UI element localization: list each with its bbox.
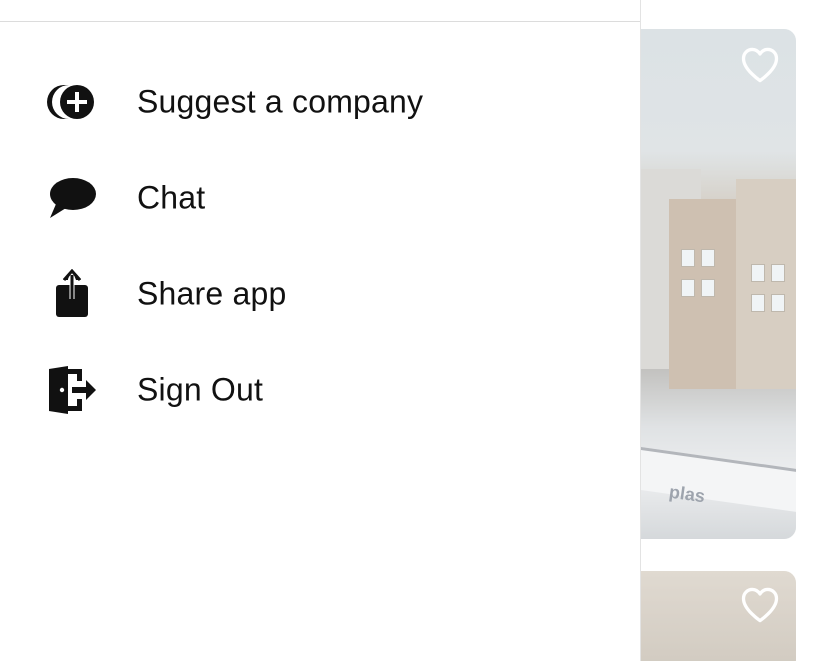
share-icon xyxy=(46,268,98,320)
side-drawer: Suggest a company Chat Share app Sign Ou… xyxy=(0,0,641,661)
menu-item-suggest-company[interactable]: Suggest a company xyxy=(0,54,640,150)
menu-item-chat[interactable]: Chat xyxy=(0,150,640,246)
drawer-menu: Suggest a company Chat Share app Sign Ou… xyxy=(0,54,640,438)
menu-item-sign-out[interactable]: Sign Out xyxy=(0,342,640,438)
heart-outline-icon[interactable] xyxy=(738,583,782,627)
suggest-add-icon xyxy=(46,76,98,128)
menu-item-label: Chat xyxy=(137,179,206,216)
company-list-background: plas xyxy=(641,0,828,661)
app-screen: plas Suggest a company Chat Share app Si… xyxy=(0,0,828,661)
company-card[interactable]: plas xyxy=(641,29,796,539)
company-card[interactable] xyxy=(641,571,796,661)
menu-item-label: Sign Out xyxy=(137,371,264,408)
dim-overlay xyxy=(641,29,796,539)
menu-item-label: Suggest a company xyxy=(137,83,424,120)
heart-outline-icon[interactable] xyxy=(738,43,782,87)
sign-out-icon xyxy=(46,364,98,416)
chat-bubble-icon xyxy=(46,172,98,224)
menu-item-share-app[interactable]: Share app xyxy=(0,246,640,342)
drawer-divider xyxy=(0,21,640,22)
menu-item-label: Share app xyxy=(137,275,287,312)
